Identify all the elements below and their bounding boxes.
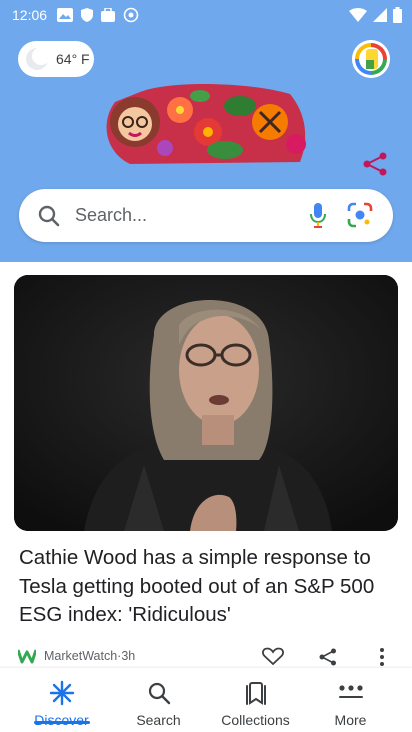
microphone-icon[interactable] bbox=[310, 203, 326, 229]
nav-more-label: More bbox=[334, 712, 367, 728]
nav-discover[interactable]: Discover bbox=[10, 668, 113, 732]
nav-search[interactable]: Search bbox=[107, 668, 210, 732]
heart-icon[interactable] bbox=[262, 647, 284, 665]
notification-icons bbox=[57, 7, 139, 23]
status-time: 12:06 bbox=[12, 7, 48, 23]
account-avatar[interactable] bbox=[352, 40, 390, 78]
search-placeholder: Search... bbox=[75, 205, 148, 225]
share-icon[interactable] bbox=[318, 647, 338, 667]
status-bar: 12:06 bbox=[0, 0, 412, 30]
article-headline[interactable]: Cathie Wood has a simple response to Tes… bbox=[19, 544, 399, 630]
bottom-navigation: Discover Search Collections More bbox=[0, 668, 412, 732]
search-icon bbox=[38, 205, 60, 226]
nav-collections[interactable]: Collections bbox=[204, 668, 307, 732]
news-card-image[interactable] bbox=[14, 275, 398, 531]
nav-search-label: Search bbox=[136, 712, 181, 728]
notification-shield-icon bbox=[81, 8, 94, 22]
nav-discover-label: Discover bbox=[34, 712, 89, 728]
collections-icon bbox=[245, 682, 266, 705]
search-bar[interactable]: Search... bbox=[19, 189, 393, 242]
article-actions bbox=[18, 646, 398, 666]
more-dots-icon bbox=[338, 685, 363, 698]
weather-temperature: 64° F bbox=[56, 51, 90, 67]
moon-cloud-icon bbox=[26, 47, 50, 70]
active-tab-indicator bbox=[33, 721, 90, 724]
notification-photos-icon bbox=[57, 8, 74, 22]
more-vert-icon[interactable] bbox=[378, 647, 386, 667]
wifi-icon bbox=[349, 8, 367, 22]
cell-signal-icon bbox=[373, 8, 387, 22]
asterisk-icon bbox=[49, 680, 74, 706]
avatar-image bbox=[352, 40, 390, 78]
article-photo bbox=[14, 275, 398, 531]
system-icons bbox=[349, 7, 402, 23]
share-doodle-icon[interactable] bbox=[361, 150, 389, 178]
notification-sync-icon bbox=[123, 7, 139, 23]
battery-icon bbox=[393, 7, 402, 23]
search-icon bbox=[148, 682, 170, 705]
weather-chip[interactable]: 64° F bbox=[18, 41, 94, 77]
article-meta-row: MarketWatch · 3h bbox=[18, 646, 398, 666]
google-doodle[interactable] bbox=[100, 82, 314, 166]
nav-more[interactable]: More bbox=[299, 668, 402, 732]
notification-bag-icon bbox=[101, 8, 116, 22]
nav-collections-label: Collections bbox=[221, 712, 290, 728]
google-lens-icon[interactable] bbox=[347, 202, 373, 228]
